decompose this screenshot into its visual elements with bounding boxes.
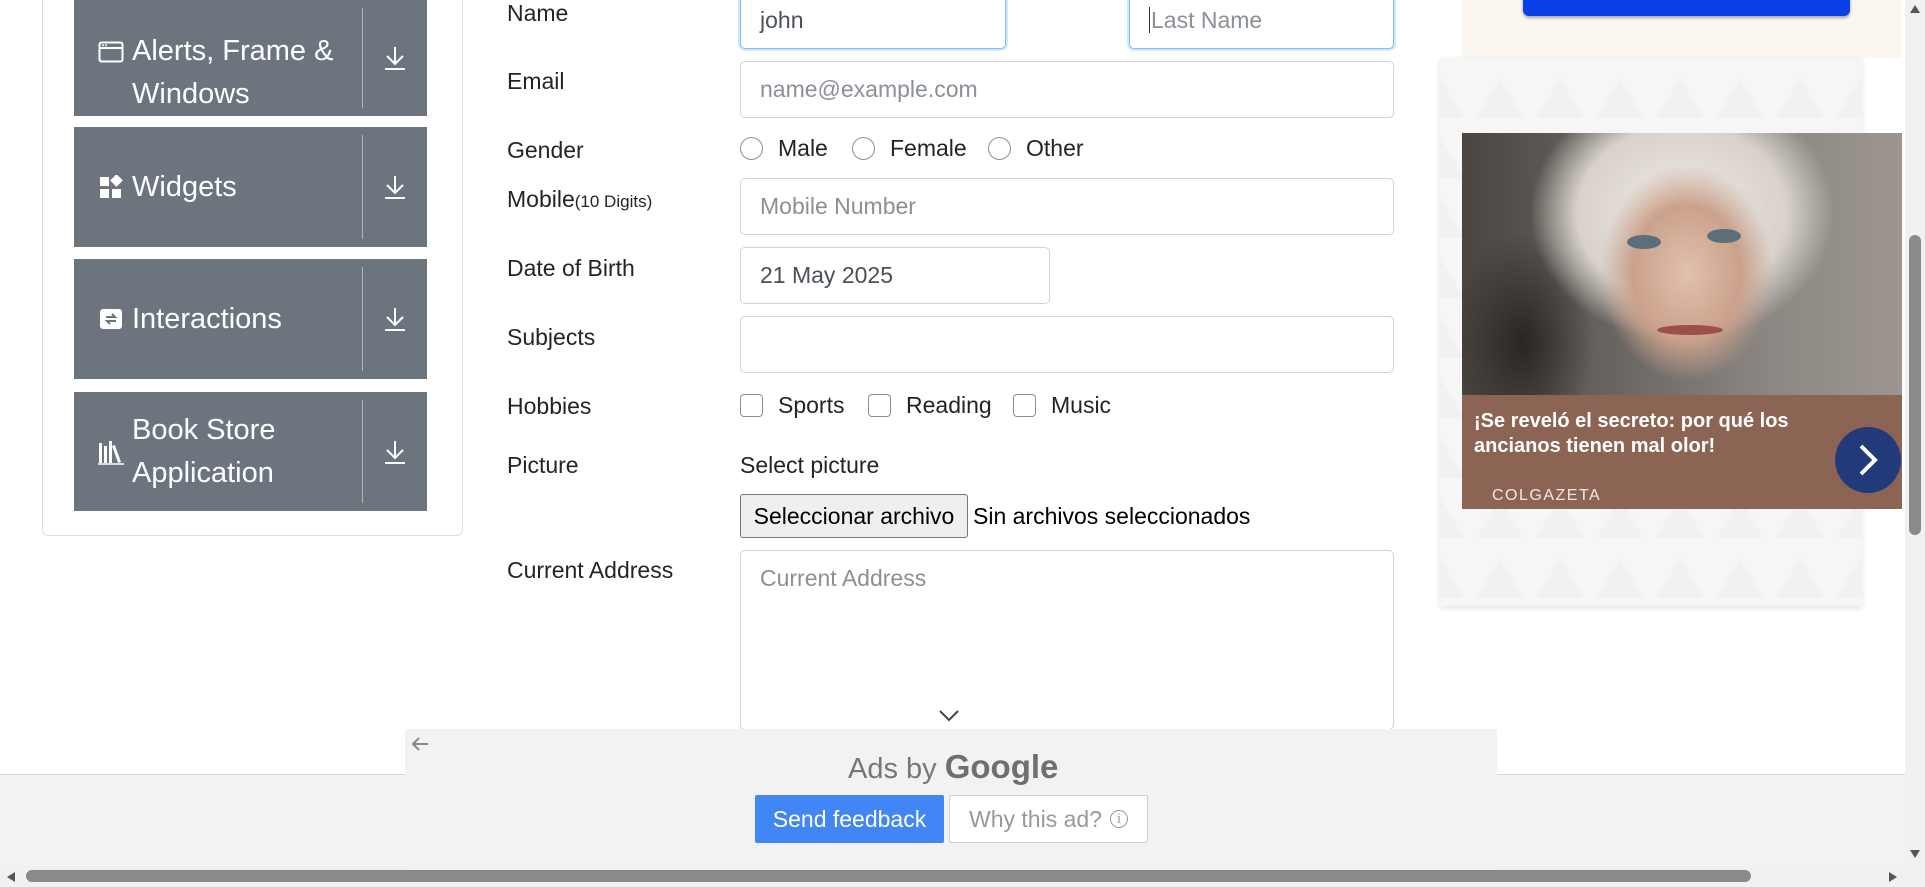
radio-label: Other [1026,135,1084,161]
mobile-placeholder: Mobile Number [760,193,916,219]
email-placeholder: name@example.com [760,76,978,102]
select-picture-label: Select picture [740,452,880,478]
hobby-checkbox-music[interactable]: Music [1013,392,1111,419]
picture-label: Picture [507,452,579,478]
gender-label: Gender [507,137,584,163]
ad-photo[interactable] [1462,133,1902,401]
hobby-checkbox-sports[interactable]: Sports [740,392,844,419]
hobby-checkbox-reading[interactable]: Reading [868,392,992,419]
radio-circle[interactable] [988,137,1011,160]
dob-label: Date of Birth [507,255,635,281]
info-icon: i [1109,810,1128,828]
group-header-interactions[interactable]: Interactions [74,259,427,379]
last-name-placeholder: Last Name [1151,6,1263,33]
radio-label: Male [778,135,828,161]
widgets-icon [98,174,124,200]
radio-circle[interactable] [740,137,763,160]
dob-value: 21 May 2025 [760,262,893,288]
group-header-book-store[interactable]: Book Store Application [74,392,427,511]
download-arrow-icon[interactable] [363,0,427,116]
scroll-left-arrow-icon[interactable] [6,871,16,883]
file-status-text: Sin archivos seleccionados [973,503,1251,529]
checkbox-box[interactable] [868,394,891,417]
gender-radio-female[interactable]: Female [852,135,967,162]
google-logo-text: Google [944,748,1059,785]
vertical-scrollbar-thumb[interactable] [1909,235,1921,535]
ads-by-text: Ads by [848,753,937,785]
group-header-alerts[interactable]: Alerts, Frame & Windows [74,0,427,116]
ads-by-google-label: Ads by Google [848,748,1058,786]
sponsored-ad-card[interactable]: ¡Se reveló el secreto: por qué los ancia… [1462,133,1902,509]
chevron-down-icon[interactable] [938,709,960,723]
email-label: Email [507,68,565,94]
text-caret [1149,7,1150,33]
back-arrow-icon[interactable] [410,734,430,754]
radio-label: Female [890,135,967,161]
download-arrow-icon[interactable] [363,392,427,511]
download-arrow-icon[interactable] [363,127,427,247]
current-address-textarea[interactable]: Current Address [740,550,1394,730]
ad-photo-mouth [1657,325,1723,335]
last-name-input[interactable]: Last Name [1129,0,1394,49]
ad-photo-eye [1707,229,1741,243]
gender-radio-other[interactable]: Other [988,135,1084,162]
checkbox-box[interactable] [740,394,763,417]
group-header-widgets[interactable]: Widgets [74,127,427,247]
ad-top-button[interactable] [1523,0,1850,16]
hobbies-label: Hobbies [507,393,592,419]
group-label: Interactions [132,302,282,335]
scroll-up-arrow-icon[interactable] [1909,4,1921,14]
subjects-input[interactable] [740,316,1394,373]
checkbox-box[interactable] [1013,394,1036,417]
chevron-right-icon[interactable] [1835,427,1901,493]
checkbox-label: Reading [906,392,992,418]
checkbox-label: Sports [778,392,845,418]
name-label: Name [507,0,569,26]
gender-radio-male[interactable]: Male [740,135,828,162]
ad-source: COLGAZETA [1492,487,1602,504]
subjects-label: Subjects [507,324,596,350]
mobile-label: Mobile(10 Digits) [507,186,652,213]
mobile-hint: (10 Digits) [574,192,653,211]
current-address-label: Current Address [507,557,674,583]
interactions-icon [98,306,124,332]
horizontal-scrollbar-thumb[interactable] [26,870,1751,882]
date-of-birth-input[interactable]: 21 May 2025 [740,247,1050,304]
first-name-value: john [760,6,804,33]
group-label-line: Application [132,456,274,489]
scroll-right-arrow-icon[interactable] [1888,871,1898,883]
mobile-label-text: Mobile [507,186,575,212]
mobile-input[interactable]: Mobile Number [740,178,1394,235]
why-this-ad-button[interactable]: Why this ad? i [949,795,1148,843]
send-feedback-button[interactable]: Send feedback [755,795,944,843]
radio-circle[interactable] [852,137,875,160]
choose-file-button[interactable]: Seleccionar archivo [740,494,968,538]
first-name-input[interactable]: john [740,0,1006,49]
group-label-line: Windows [132,78,250,110]
email-input[interactable]: name@example.com [740,61,1394,118]
scroll-down-arrow-icon[interactable] [1909,849,1921,859]
address-placeholder: Current Address [760,565,927,591]
books-icon [98,439,124,465]
download-arrow-icon[interactable] [363,259,427,379]
why-this-ad-label: Why this ad? [969,805,1102,832]
group-label: Widgets [132,170,237,203]
group-label-line: Alerts, Frame & [132,35,334,67]
ad-photo-eye [1627,235,1661,249]
ad-headline[interactable]: ¡Se reveló el secreto: por qué los ancia… [1474,409,1824,459]
window-icon [98,39,124,65]
group-label-line: Book Store [132,413,276,446]
checkbox-label: Music [1051,392,1112,418]
